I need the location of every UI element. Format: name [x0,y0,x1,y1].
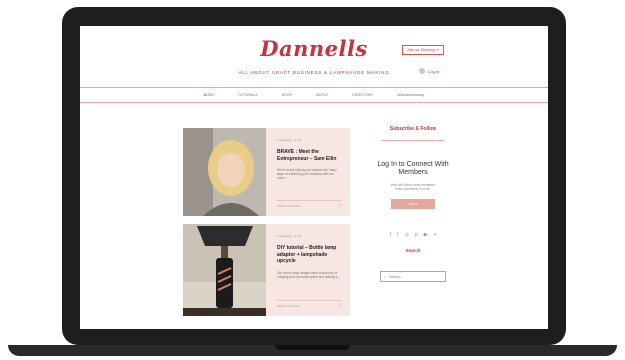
blog-post-card[interactable]: 3 days ago · 3 min DIY tutorial – Bottle… [183,224,350,316]
login-widget-text: View and follow other members, leave com… [390,183,436,192]
join-directory-button[interactable]: Join our Directory ➜ [402,45,444,55]
nav-item-directory[interactable]: DIRECTORY [352,93,373,97]
search-heading: Search [405,248,421,254]
youtube-icon[interactable]: ▶ [424,232,428,238]
search-input[interactable]: ⌕ Search... [380,271,446,283]
divider [382,140,444,141]
post-photo-woman[interactable] [183,128,266,216]
instagram-icon[interactable]: ◎ [405,232,409,238]
post-excerpt: Our lovely lamp design came a new one of… [277,270,341,279]
laptop-screen: Dannells ALL ABOUT CRAFT BUSINESS & LAMP… [80,26,548,329]
post-meta: 3 days ago · 3 min [277,234,302,238]
avatar-icon [419,68,425,74]
search-placeholder: Search... [389,274,404,279]
post-photo-bottle-lamp[interactable] [183,224,266,316]
post-comments-link[interactable]: Write a comment [277,204,300,208]
post-title[interactable]: BRAVE : Meet the Entrepreneur – Sam Elli… [277,149,341,162]
nav-item-hashtag[interactable]: #thedannellsway [397,93,424,97]
blog-post-card[interactable]: 3 days ago · 3 min BRAVE : Meet the Entr… [183,128,350,216]
post-footer: Write a comment ♡ [277,300,342,308]
nav-item-blog[interactable]: BLOG [204,93,214,97]
twitter-icon[interactable]: t [397,232,398,238]
vimeo-icon[interactable]: v [434,232,437,238]
post-body: 3 days ago · 3 min DIY tutorial – Bottle… [277,234,341,279]
nav-item-tutorials[interactable]: TUTORIALS [238,93,258,97]
site-header: Dannells ALL ABOUT CRAFT BUSINESS & LAMP… [80,26,548,86]
subscribe-heading: Subscribe & Follow [389,126,437,132]
social-icons: f t ◎ p ▶ v [368,232,458,238]
site-logo[interactable]: Dannells [80,36,548,61]
pinterest-icon[interactable]: p [415,232,418,238]
post-body: 3 days ago · 3 min BRAVE : Meet the Entr… [277,138,341,181]
main-nav: BLOG TUTORIALS SHOP ABOUT DIRECTORY #the… [80,87,548,103]
heart-icon[interactable]: ♡ [338,303,342,308]
login-widget-title: Log In to Connect With Members [377,161,449,176]
login-link[interactable]: Log In [419,68,439,74]
post-excerpt: We've loved helping you explore the many… [277,168,337,181]
post-meta: 3 days ago · 3 min [277,138,302,142]
post-title[interactable]: DIY tutorial – Bottle lamp adaptor + lam… [277,245,341,265]
nav-item-shop[interactable]: SHOP [282,93,292,97]
heart-icon[interactable]: ♡ [338,203,342,208]
laptop-notch [275,345,350,350]
search-icon: ⌕ [384,274,387,279]
post-footer: Write a comment ♡ [277,200,342,208]
login-label: Log In [428,68,440,74]
sidebar: Subscribe & Follow Log In to Connect Wit… [368,126,458,283]
post-comments-link[interactable]: Write a comment [277,304,300,308]
facebook-icon[interactable]: f [390,232,391,238]
login-widget-button[interactable]: Log In [391,199,435,210]
nav-item-about[interactable]: ABOUT [316,93,328,97]
site-tagline: ALL ABOUT CRAFT BUSINESS & LAMPSHADE MAK… [238,70,390,75]
